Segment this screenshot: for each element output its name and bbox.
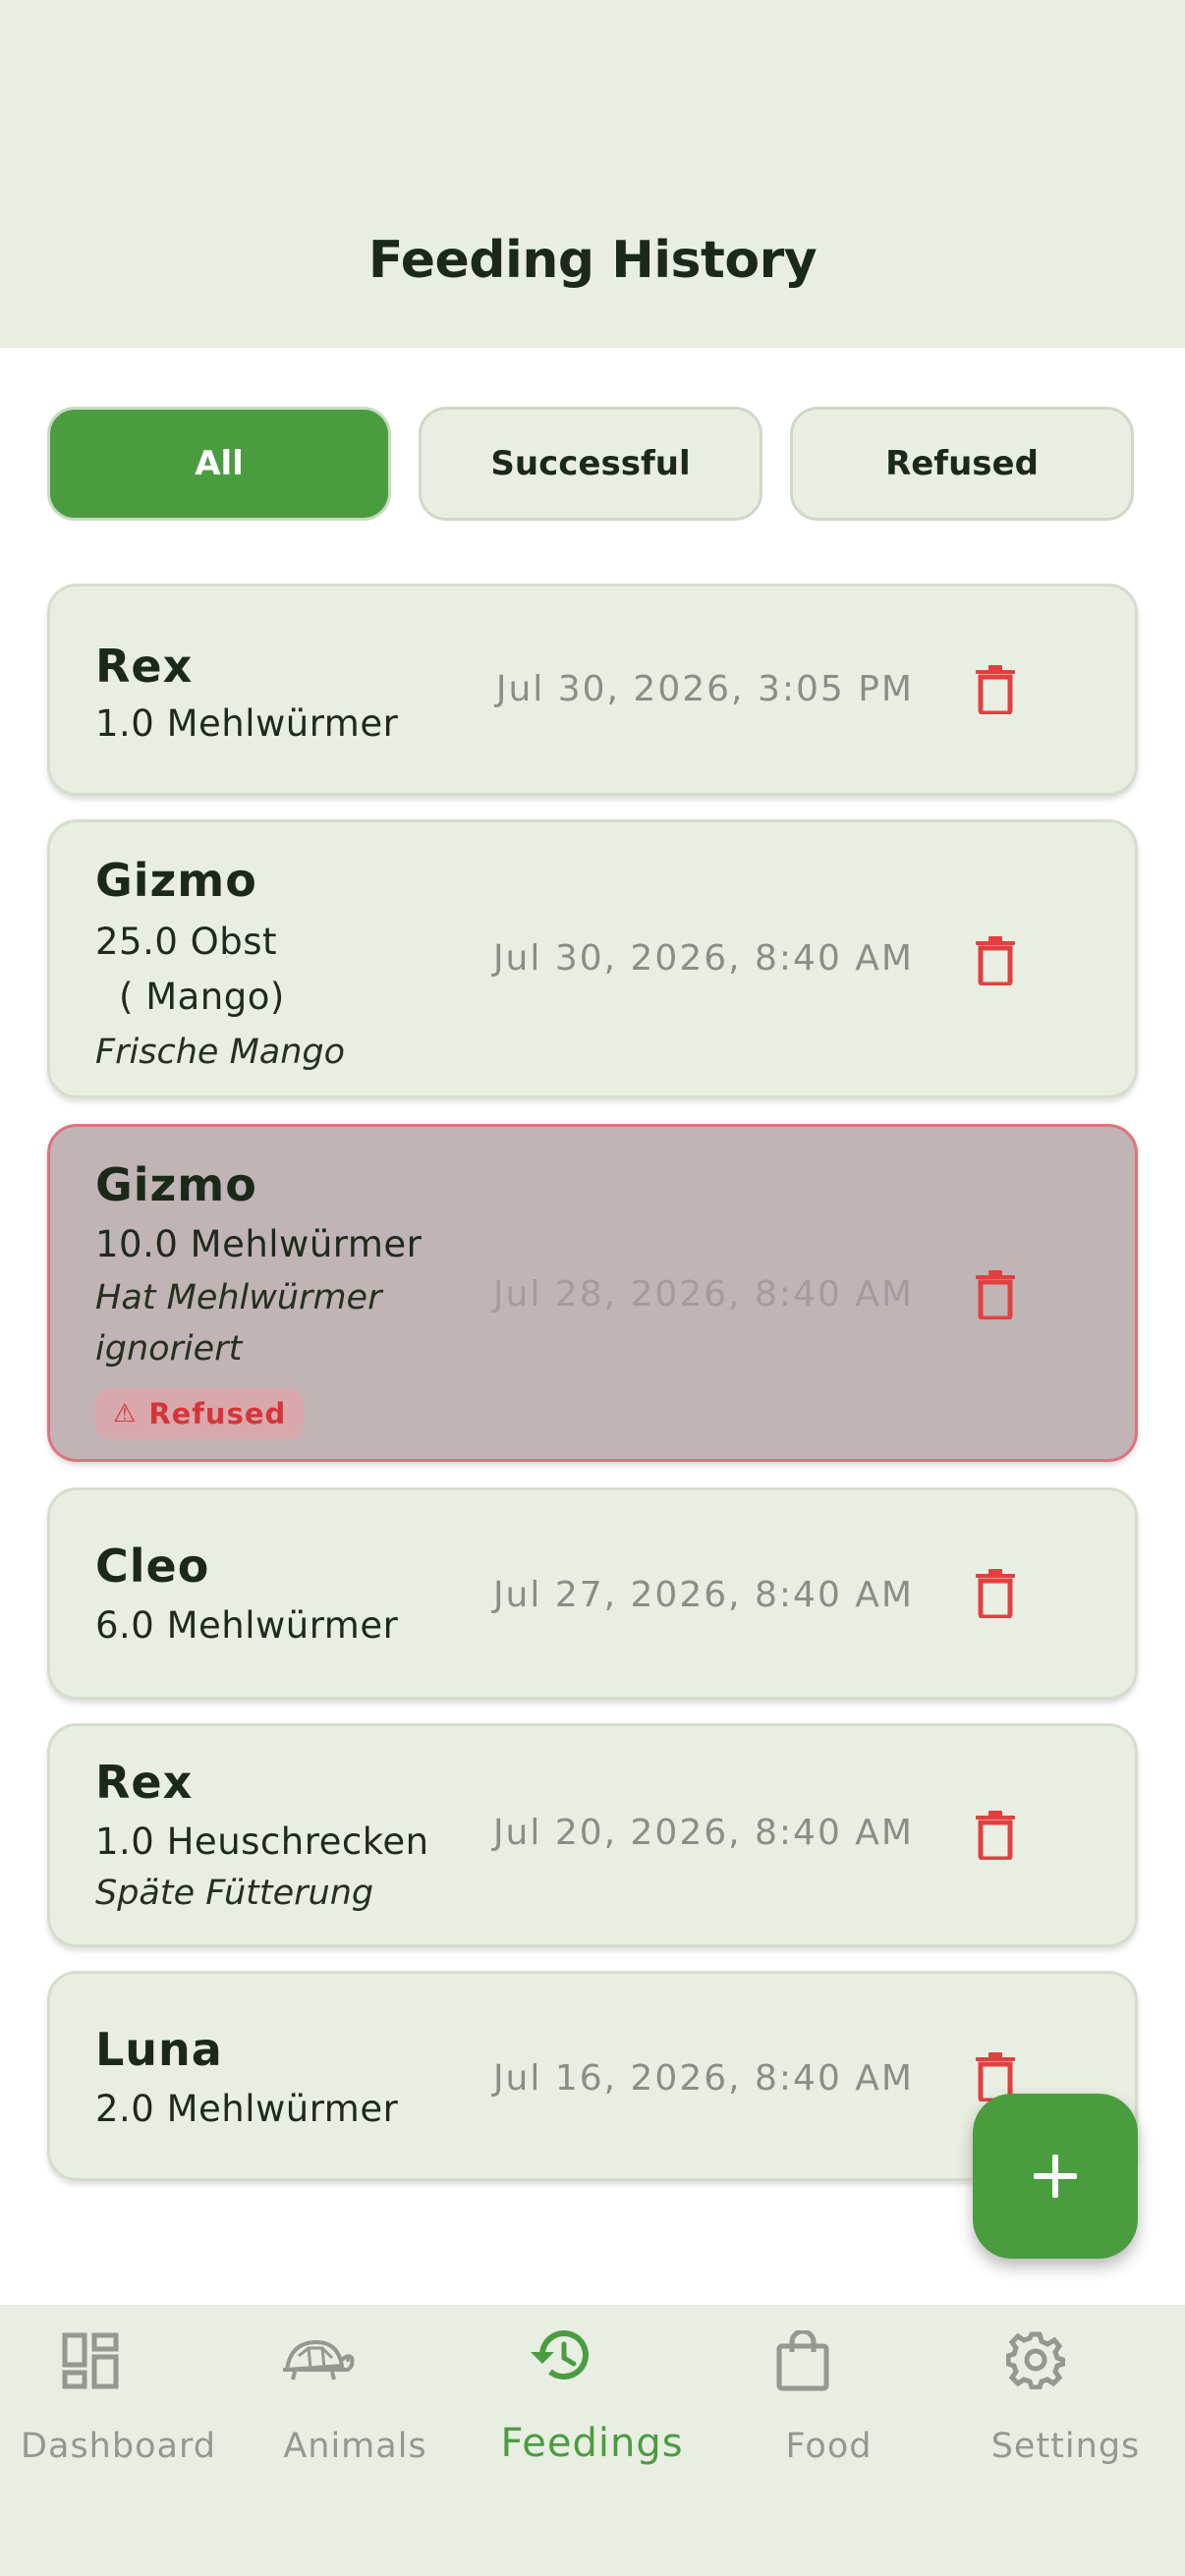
feeding-card-refused[interactable]: Gizmo 10.0 Mehlwürmer Hat Mehlwürmer ign… <box>47 1124 1138 1462</box>
bottom-navigation: Dashboard Animals Feedings Food Settings <box>0 2305 1185 2576</box>
animal-name: Gizmo <box>95 1158 257 1211</box>
feeding-date: Jul 30, 2026, 3:05 PM <box>495 669 914 709</box>
feeding-amount: 2.0 Mehlwürmer <box>95 2088 399 2130</box>
feeding-date: Jul 20, 2026, 8:40 AM <box>492 1813 914 1853</box>
animal-name: Rex <box>95 1756 194 1809</box>
nav-label: Dashboard <box>21 2427 216 2466</box>
feeding-amount: 25.0 Obst <box>95 921 278 963</box>
feeding-card[interactable]: Rex 1.0 Heuschrecken Späte Fütterung Jul… <box>47 1723 1138 1947</box>
page-title: Feeding History <box>367 231 818 290</box>
feeding-card[interactable]: Rex 1.0 Mehlwürmer Jul 30, 2026, 3:05 PM <box>47 584 1138 796</box>
feeding-amount: 6.0 Mehlwürmer <box>95 1604 399 1647</box>
delete-trash-icon[interactable] <box>974 936 1017 985</box>
turtle-icon <box>283 2339 355 2380</box>
filter-bar: All Successful Refused <box>47 407 1138 525</box>
dashboard-icon <box>62 2332 119 2389</box>
feeding-amount: 10.0 Mehlwürmer <box>95 1223 423 1265</box>
nav-label: Animals <box>283 2427 427 2466</box>
add-feeding-button[interactable] <box>973 2094 1138 2259</box>
feeding-card[interactable]: Gizmo 25.0 Obst ( Mango) Frische Mango J… <box>47 819 1138 1098</box>
history-icon <box>531 2330 589 2380</box>
nav-feedings[interactable]: Feedings <box>474 2305 710 2501</box>
delete-trash-icon[interactable] <box>974 1270 1017 1319</box>
nav-label: Settings <box>990 2427 1141 2466</box>
refused-status-badge: ⚠ Refused <box>95 1388 305 1439</box>
delete-trash-icon[interactable] <box>974 665 1017 714</box>
feeding-card[interactable]: Cleo 6.0 Mehlwürmer Jul 27, 2026, 8:40 A… <box>47 1487 1138 1700</box>
animal-name: Gizmo <box>95 854 257 907</box>
feeding-date: Jul 28, 2026, 8:40 AM <box>492 1274 914 1315</box>
shopping-bag-icon <box>776 2330 829 2391</box>
feeding-amount-detail: ( Mango) <box>119 976 285 1018</box>
status-label: Refused <box>148 1397 287 1430</box>
plus-icon <box>1034 2155 1077 2198</box>
feeding-amount: 1.0 Heuschrecken <box>95 1820 429 1863</box>
feeding-note: Späte Fütterung <box>95 1874 374 1913</box>
delete-trash-icon[interactable] <box>974 1811 1017 1860</box>
nav-animals[interactable]: Animals <box>237 2305 474 2501</box>
filter-refused-chip[interactable]: Refused <box>790 407 1134 521</box>
animal-name: Luna <box>95 2023 223 2076</box>
feeding-note: Frische Mango <box>95 1033 346 1072</box>
feeding-amount: 1.0 Mehlwürmer <box>95 702 399 745</box>
warning-icon: ⚠ <box>113 1399 138 1428</box>
animal-name: Rex <box>95 640 194 693</box>
nav-dashboard[interactable]: Dashboard <box>0 2305 237 2501</box>
nav-label: Food <box>785 2427 873 2466</box>
feeding-note-line-1: Hat Mehlwürmer <box>95 1278 382 1317</box>
nav-settings[interactable]: Settings <box>947 2305 1184 2501</box>
filter-all-chip[interactable]: All <box>47 407 391 521</box>
feeding-date: Jul 27, 2026, 8:40 AM <box>492 1575 914 1615</box>
feeding-note-line-2: ignoriert <box>95 1329 243 1369</box>
nav-label: Feedings <box>500 2421 684 2466</box>
feeding-date: Jul 16, 2026, 8:40 AM <box>492 2058 914 2099</box>
filter-successful-chip[interactable]: Successful <box>419 407 762 521</box>
app-header: Feeding History <box>0 0 1185 348</box>
gear-icon <box>1006 2331 1065 2389</box>
animal-name: Cleo <box>95 1540 210 1593</box>
feeding-date: Jul 30, 2026, 8:40 AM <box>492 938 914 979</box>
nav-food[interactable]: Food <box>710 2305 947 2501</box>
delete-trash-icon[interactable] <box>974 1569 1017 1618</box>
